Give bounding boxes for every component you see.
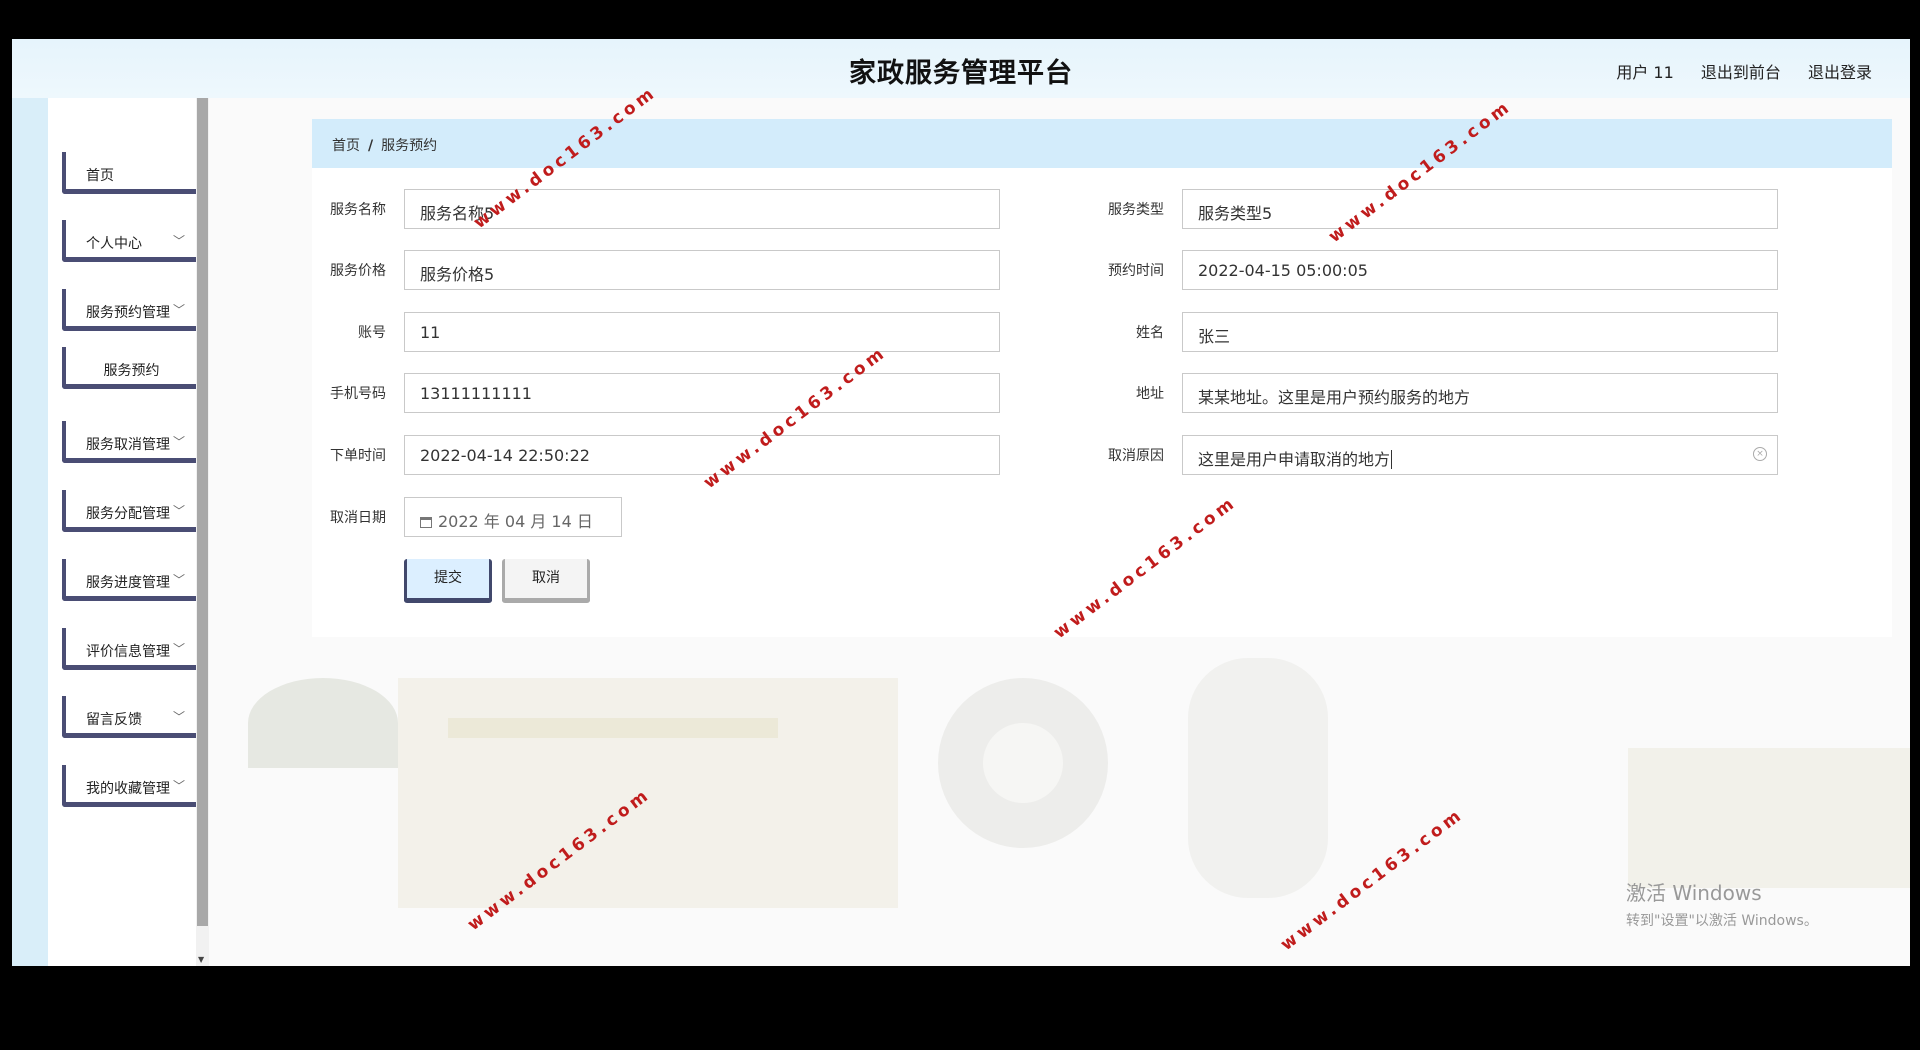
service-name-label: 服务名称 [330,202,386,218]
sidebar-item-favorites-management[interactable]: 我的收藏管理 ﹀ [62,765,201,807]
sidebar-item-booking-management[interactable]: 服务预约管理 ﹀ [62,289,201,331]
sidebar-item-label: 留言反馈 [86,712,142,728]
sidebar-subitem-booking[interactable]: 服务预约 [62,347,201,389]
cancel-date-label: 取消日期 [330,510,386,526]
service-price-field[interactable]: 服务价格5 [404,250,1000,290]
sidebar-item-home[interactable]: 首页 [62,152,201,194]
service-type-field[interactable]: 服务类型5 [1182,189,1778,229]
sidebar-item-label: 首页 [86,168,114,184]
cancel-date-value: 2022 年 04 月 14 日 [438,512,593,531]
name-label: 姓名 [1136,325,1164,341]
sidebar-item-label: 服务进度管理 [86,575,170,591]
account-label: 账号 [358,325,386,341]
scroll-down-arrow-icon[interactable]: ▼ [198,955,204,964]
phone-field[interactable]: 13111111111 [404,373,1000,413]
windows-activation-hint: 转到"设置"以激活 Windows。 [1626,913,1818,929]
sidebar-scrollbar[interactable]: ▼ [196,98,209,966]
sidebar-item-feedback[interactable]: 留言反馈 ﹀ [62,696,201,738]
cancel-reason-field[interactable]: 这里是用户申请取消的地方 × [1182,435,1778,475]
cancel-reason-label: 取消原因 [1108,448,1164,464]
user-label: 用户 11 [1616,63,1674,82]
chevron-down-icon: ﹀ [172,642,185,656]
sidebar: 首页 个人中心 ﹀ 服务预约管理 ﹀ 服务预约 服务取消管理 ﹀ 服务分配管理 … [48,98,207,966]
order-time-label: 下单时间 [330,448,386,464]
sidebar-item-label: 我的收藏管理 [86,781,170,797]
scrollbar-thumb[interactable] [197,98,208,926]
form-panel: 首页 / 服务预约 服务名称 服务名称5 服务价格 服务价格5 账号 11 手机号码… [312,119,1892,637]
cancel-button[interactable]: 取消 [502,559,590,603]
sidebar-item-label: 服务取消管理 [86,437,170,453]
top-bar: 家政服务管理平台 用户 11 退出到前台 退出登录 [12,39,1910,98]
service-type-label: 服务类型 [1108,202,1164,218]
app-window: 家政服务管理平台 用户 11 退出到前台 退出登录 首页 个人中心 ﹀ 服务预约… [12,39,1910,966]
left-strip [12,98,48,966]
chevron-down-icon: ﹀ [172,303,185,317]
chevron-down-icon: ﹀ [172,573,185,587]
sidebar-item-review-management[interactable]: 评价信息管理 ﹀ [62,628,201,670]
windows-activation-title: 激活 Windows [1626,881,1762,905]
sidebar-item-label: 服务分配管理 [86,506,170,522]
address-field[interactable]: 某某地址。这里是用户预约服务的地方 [1182,373,1778,413]
sidebar-item-personal-center[interactable]: 个人中心 ﹀ [62,220,201,262]
name-field[interactable]: 张三 [1182,312,1778,352]
sidebar-item-assignment-management[interactable]: 服务分配管理 ﹀ [62,490,201,532]
exit-to-front-link[interactable]: 退出到前台 [1701,63,1781,82]
top-links: 用户 11 退出到前台 退出登录 [1594,59,1872,83]
address-label: 地址 [1136,386,1164,402]
sidebar-item-label: 评价信息管理 [86,644,170,660]
service-price-label: 服务价格 [330,263,386,279]
chevron-down-icon: ﹀ [172,779,185,793]
cancel-reason-value: 这里是用户申请取消的地方 [1198,450,1391,469]
logout-link[interactable]: 退出登录 [1808,63,1872,82]
breadcrumb-home[interactable]: 首页 [332,138,360,154]
breadcrumb-separator: / [368,138,374,154]
submit-button[interactable]: 提交 [404,559,492,603]
chevron-down-icon: ﹀ [172,710,185,724]
calendar-icon [420,517,432,528]
chevron-down-icon: ﹀ [172,504,185,518]
chevron-down-icon: ﹀ [172,234,185,248]
breadcrumb-current: 服务预约 [381,138,438,154]
appointment-time-field[interactable]: 2022-04-15 05:00:05 [1182,250,1778,290]
order-time-field[interactable]: 2022-04-14 22:50:22 [404,435,1000,475]
chevron-down-icon: ﹀ [172,435,185,449]
sidebar-item-label: 服务预约 [103,363,160,379]
sidebar-item-label: 个人中心 [86,236,142,252]
sidebar-item-progress-management[interactable]: 服务进度管理 ﹀ [62,559,201,601]
sidebar-item-cancel-management[interactable]: 服务取消管理 ﹀ [62,421,201,463]
cancel-date-picker[interactable]: 2022 年 04 月 14 日 [404,497,622,537]
clear-circle-icon[interactable]: × [1753,447,1767,461]
phone-label: 手机号码 [330,386,386,402]
windows-activation-notice: 激活 Windows 转到"设置"以激活 Windows。 [1626,877,1818,930]
appointment-time-label: 预约时间 [1108,263,1164,279]
sidebar-item-label: 服务预约管理 [86,305,170,321]
account-field[interactable]: 11 [404,312,1000,352]
